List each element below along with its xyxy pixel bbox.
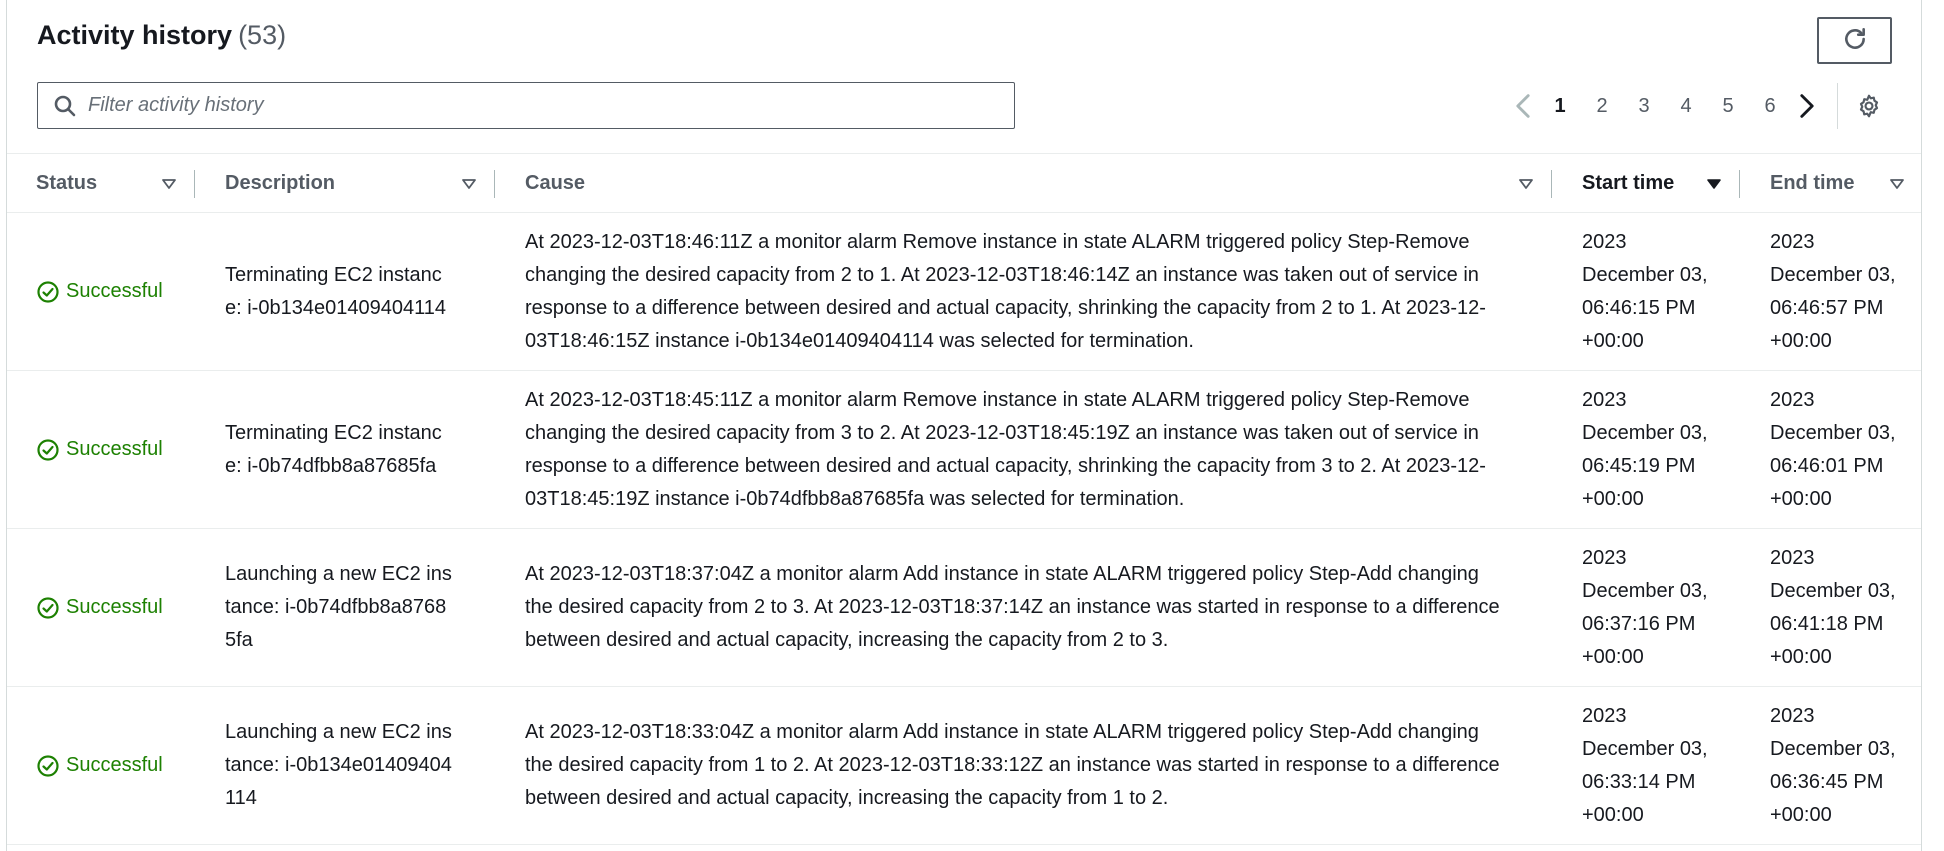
sort-icon[interactable]	[1889, 178, 1905, 190]
status-badge: Successful	[36, 749, 195, 782]
preferences-button[interactable]	[1852, 88, 1886, 124]
cause-cell: At 2023-12-03T18:37:04Z a monitor alarm …	[495, 529, 1552, 687]
next-page-button[interactable]	[1791, 88, 1823, 124]
gear-icon	[1859, 94, 1879, 118]
sort-icon[interactable]	[1518, 178, 1534, 190]
start-time-cell: 2023 December 03, 06:37:16 PM +00:00	[1552, 529, 1740, 687]
search-icon	[50, 91, 80, 121]
end-time-text: 2023 December 03, 06:46:57 PM +00:00	[1770, 230, 1896, 352]
page-title: Activity history (53)	[37, 20, 286, 51]
column-header-cause[interactable]: Cause	[495, 155, 1552, 213]
page-3-button[interactable]: 3	[1623, 95, 1665, 118]
previous-page-button[interactable]	[1507, 88, 1539, 124]
page-6-button[interactable]: 6	[1749, 95, 1791, 118]
chevron-right-icon	[1800, 94, 1814, 118]
status-cell: Successful	[7, 529, 195, 687]
cause-cell: At 2023-12-03T18:45:11Z a monitor alarm …	[495, 371, 1552, 529]
page-1-button[interactable]: 1	[1539, 95, 1581, 118]
check-circle-icon	[36, 438, 60, 462]
cause-cell: At 2023-12-03T18:33:04Z a monitor alarm …	[495, 687, 1552, 845]
end-time-text: 2023 December 03, 06:36:45 PM +00:00	[1770, 704, 1896, 826]
table-row: Successful Launching a new EC2 instance:…	[7, 687, 1921, 845]
table-header-row: Status Description Cause Start time End …	[7, 155, 1921, 213]
description-text: Terminating EC2 instance: i-0b134e014094…	[225, 263, 446, 319]
description-text: Terminating EC2 instance: i-0b74dfbb8a87…	[225, 421, 442, 477]
column-header-label: End time	[1770, 172, 1855, 194]
cause-text: At 2023-12-03T18:37:04Z a monitor alarm …	[525, 563, 1500, 651]
status-text: Successful	[66, 438, 163, 460]
end-time-cell: 2023 December 03, 06:46:57 PM +00:00	[1740, 213, 1921, 371]
column-header-label: Start time	[1582, 172, 1675, 194]
status-cell: Successful	[7, 213, 195, 371]
start-time-text: 2023 December 03, 06:46:15 PM +00:00	[1582, 230, 1708, 352]
start-time-cell: 2023 December 03, 06:46:15 PM +00:00	[1552, 213, 1740, 371]
end-time-text: 2023 December 03, 06:41:18 PM +00:00	[1770, 546, 1896, 668]
activity-count: (53)	[238, 20, 287, 50]
pagination: 1 2 3 4 5 6	[1507, 83, 1886, 129]
status-badge: Successful	[36, 433, 195, 466]
search-input[interactable]	[80, 83, 1014, 128]
pagination-divider	[1837, 83, 1838, 129]
check-circle-icon	[36, 280, 60, 304]
table-row: Successful Launching a new EC2 instance:…	[7, 529, 1921, 687]
cause-cell: At 2023-12-03T18:46:11Z a monitor alarm …	[495, 213, 1552, 371]
column-header-end-time[interactable]: End time	[1740, 155, 1921, 213]
status-text: Successful	[66, 754, 163, 776]
column-header-start-time[interactable]: Start time	[1552, 155, 1740, 213]
start-time-cell: 2023 December 03, 06:33:14 PM +00:00	[1552, 687, 1740, 845]
end-time-cell: 2023 December 03, 06:46:01 PM +00:00	[1740, 371, 1921, 529]
check-circle-icon	[36, 596, 60, 620]
activity-table: Status Description Cause Start time End …	[7, 155, 1921, 845]
status-text: Successful	[66, 596, 163, 618]
start-time-text: 2023 December 03, 06:45:19 PM +00:00	[1582, 388, 1708, 510]
column-header-label: Status	[36, 172, 98, 194]
panel-header: Activity history (53) Filter activity hi…	[7, 0, 1921, 154]
description-cell: Terminating EC2 instance: i-0b134e014094…	[195, 213, 495, 371]
activity-history-panel: Activity history (53) Filter activity hi…	[6, 0, 1922, 851]
page-5-button[interactable]: 5	[1707, 95, 1749, 118]
table-row: Successful Terminating EC2 instance: i-0…	[7, 213, 1921, 371]
start-time-cell: 2023 December 03, 06:45:19 PM +00:00	[1552, 371, 1740, 529]
description-cell: Launching a new EC2 instance: i-0b134e01…	[195, 687, 495, 845]
status-badge: Successful	[36, 275, 195, 308]
status-badge: Successful	[36, 591, 195, 624]
cause-text: At 2023-12-03T18:33:04Z a monitor alarm …	[525, 721, 1500, 809]
sort-descending-icon[interactable]	[1706, 178, 1722, 190]
column-header-status[interactable]: Status	[7, 155, 195, 213]
end-time-text: 2023 December 03, 06:46:01 PM +00:00	[1770, 388, 1896, 510]
table-row: Successful Terminating EC2 instance: i-0…	[7, 371, 1921, 529]
description-text: Launching a new EC2 instance: i-0b134e01…	[225, 721, 452, 809]
sort-icon[interactable]	[461, 178, 477, 190]
title-text: Activity history	[37, 20, 233, 50]
column-header-label: Cause	[525, 172, 586, 194]
start-time-text: 2023 December 03, 06:37:16 PM +00:00	[1582, 546, 1708, 668]
description-text: Launching a new EC2 instance: i-0b74dfbb…	[225, 563, 452, 651]
page-4-button[interactable]: 4	[1665, 95, 1707, 118]
status-cell: Successful	[7, 687, 195, 845]
chevron-left-icon	[1516, 94, 1530, 118]
description-cell: Terminating EC2 instance: i-0b74dfbb8a87…	[195, 371, 495, 529]
end-time-cell: 2023 December 03, 06:41:18 PM +00:00	[1740, 529, 1921, 687]
cause-text: At 2023-12-03T18:45:11Z a monitor alarm …	[525, 388, 1486, 510]
column-header-description[interactable]: Description	[195, 155, 495, 213]
page-2-button[interactable]: 2	[1581, 95, 1623, 118]
start-time-text: 2023 December 03, 06:33:14 PM +00:00	[1582, 704, 1708, 826]
column-header-label: Description	[225, 172, 336, 194]
sort-icon[interactable]	[161, 178, 177, 190]
cause-text: At 2023-12-03T18:46:11Z a monitor alarm …	[525, 230, 1486, 352]
search-field[interactable]	[37, 82, 1015, 129]
description-cell: Launching a new EC2 instance: i-0b74dfbb…	[195, 529, 495, 687]
refresh-icon	[1842, 26, 1868, 55]
status-text: Successful	[66, 280, 163, 302]
end-time-cell: 2023 December 03, 06:36:45 PM +00:00	[1740, 687, 1921, 845]
status-cell: Successful	[7, 371, 195, 529]
refresh-button[interactable]	[1817, 17, 1892, 64]
check-circle-icon	[36, 754, 60, 778]
